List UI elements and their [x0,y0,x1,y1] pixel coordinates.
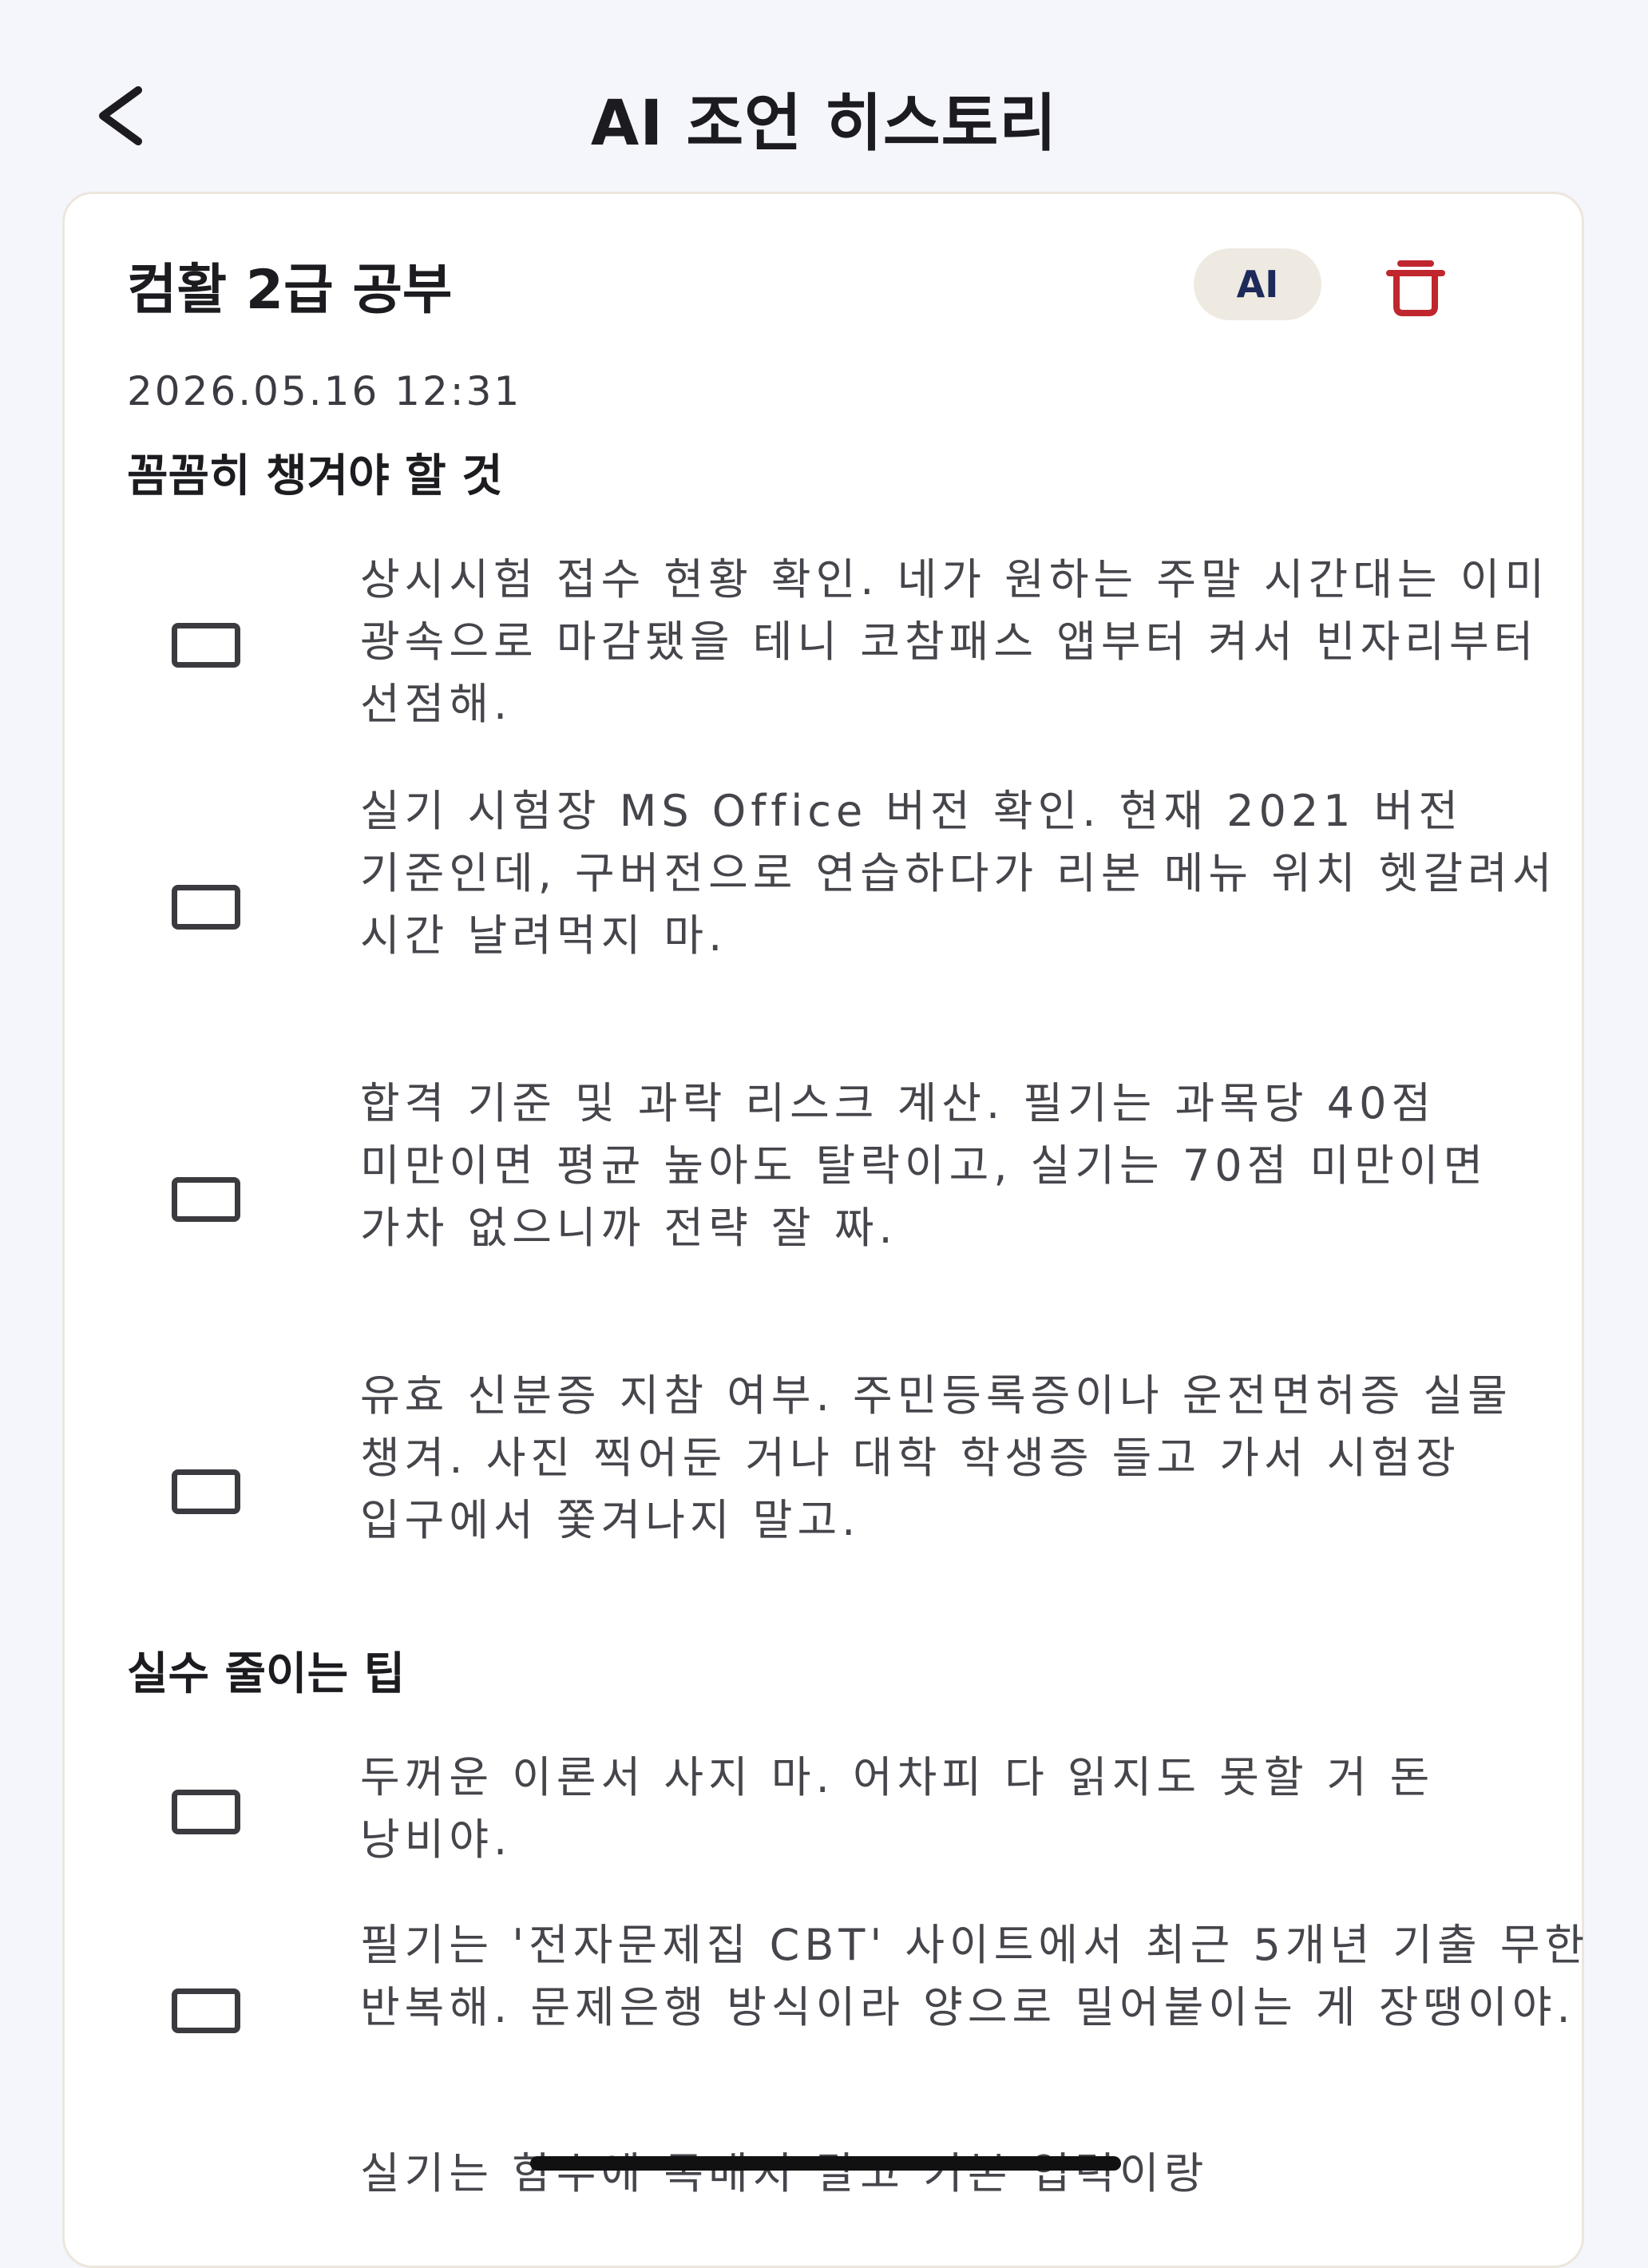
item-text: 실기 시험장 MS Office 버전 확인. 현재 2021 버전 기준인데,… [360,786,1557,961]
checkbox[interactable] [172,1790,240,1834]
section-title: 실수 줄이는 팁 [127,1648,406,1700]
checkbox[interactable] [172,1469,240,1514]
trash-icon [1386,260,1445,316]
home-indicator [530,2156,1121,2171]
section-title: 꼼꼼히 챙겨야 할 것 [127,450,503,502]
item-text: 유효 신분증 지참 여부. 주민등록증이나 운전면허증 실물 챙겨. 사진 찍어… [360,1370,1512,1545]
item-text: 합격 기준 및 과락 리스크 계산. 필기는 과목당 40점 미만이면 평균 높… [360,1078,1488,1253]
item-text: 실기는 함수에 목매지 말고 기본 입력이랑 [360,2148,1209,2199]
delete-button[interactable] [1382,253,1449,320]
page-title: AI 조언 히스토리 [590,88,1058,160]
ai-badge: AI [1194,248,1321,320]
top-bar: AI 조언 히스토리 [0,0,1648,192]
checkbox[interactable] [172,1177,240,1222]
checkbox[interactable] [172,623,240,668]
item-text: 두꺼운 이론서 사지 마. 어차피 다 읽지도 못할 거 돈 낭비야. [360,1752,1435,1865]
item-text: 필기는 '전자문제집 CBT' 사이트에서 최근 5개년 기출 무한 반복해. … [360,1920,1590,2032]
item-text: 상시시험 접수 현황 확인. 네가 원하는 주말 시간대는 이미 광속으로 마감… [360,554,1550,729]
card-title: 컴활 2급 공부 [127,259,453,322]
advice-card: 컴활 2급 공부 AI 2026.05.16 12:31 꼼꼼히 챙겨야 할 것… [62,192,1584,2268]
card-date: 2026.05.16 12:31 [127,368,522,414]
checkbox[interactable] [172,1988,240,2033]
checkbox[interactable] [172,885,240,930]
